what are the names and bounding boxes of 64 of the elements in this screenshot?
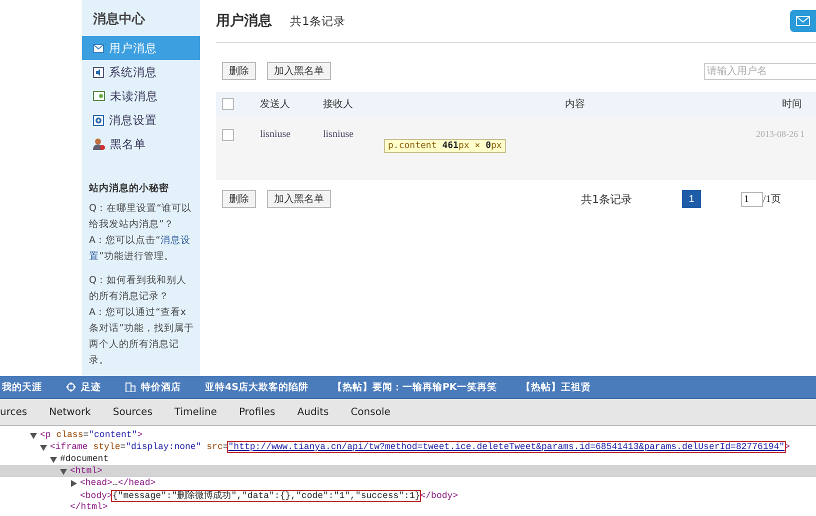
tip-question: Q：如何看到我和别人的所有消息记录？ [88, 274, 188, 304]
devtools-tab[interactable]: urces [0, 406, 28, 418]
disclosure-triangle-icon[interactable] [60, 468, 67, 474]
nav-link[interactable]: 亚特4S店大欺客的陷阱 [205, 380, 308, 394]
nav-link[interactable]: 【热帖】要闻：一输再输PK一笑再笑 [332, 380, 497, 394]
code-line: <html> [70, 466, 102, 476]
sender-link[interactable]: lisniuse [260, 129, 323, 140]
disclosure-triangle-icon[interactable] [30, 432, 37, 438]
devtools-tab[interactable]: Audits [297, 406, 329, 418]
code-line: </html> [70, 502, 108, 512]
tips-heading: 站内消息的小秘密 [89, 182, 170, 195]
column-header: 接收人 [323, 98, 354, 111]
devtools-tab[interactable]: Sources [112, 406, 152, 418]
tip-answer: A：您可以通过“查看x条对话”功能，找到属于两个人的所有消息记录。 [88, 306, 195, 368]
nav-link[interactable]: 足迹 [66, 380, 101, 394]
receiver-link[interactable]: lisniuse [323, 129, 393, 140]
action-button[interactable]: 删除 [222, 62, 256, 80]
building-icon [125, 382, 136, 392]
checkbox[interactable] [222, 129, 234, 141]
disclosure-triangle-icon[interactable] [50, 456, 57, 462]
sidebar-item[interactable]: 系统消息 [82, 60, 200, 84]
disclosure-triangle-icon[interactable] [40, 444, 47, 450]
speaker-icon [93, 66, 104, 78]
checkbox[interactable] [222, 98, 234, 110]
devtools-tab[interactable]: Console [350, 406, 390, 418]
nav-link[interactable]: 【热帖】王祖贤 [520, 380, 591, 394]
action-button[interactable]: 加入黑名单 [267, 190, 331, 208]
code-line: <head>…</head> [80, 478, 156, 488]
nav-link[interactable]: 特价酒店 [125, 380, 181, 394]
gear-icon [93, 114, 104, 126]
page-input[interactable]: 1 [741, 192, 763, 206]
sidebar-item[interactable]: 消息设置 [82, 108, 200, 132]
code-line: #document [60, 454, 109, 464]
nav-link[interactable]: 我的天涯 [2, 380, 42, 394]
record-count: 共1条记录 [290, 14, 346, 28]
tip-question: Q：在哪里设置“谁可以给我发站内消息”？ [88, 202, 192, 232]
envelope-icon [796, 16, 810, 26]
disclosure-triangle-icon[interactable] [70, 480, 77, 486]
devtools-tab[interactable]: Timeline [174, 406, 217, 418]
search-field[interactable]: 请输入用户名 [704, 62, 816, 80]
tip-answer: A：您可以点击“消息设置”功能进行管理。 [88, 234, 192, 264]
envelope-icon [93, 44, 104, 52]
code-line: <p class="content"> [40, 430, 143, 440]
sidebar-item[interactable]: 黑名单 [82, 132, 200, 156]
compose-button[interactable] [790, 10, 816, 32]
devtools-tab[interactable]: Network [49, 406, 91, 418]
page-button[interactable]: 1 [682, 190, 701, 208]
action-button[interactable]: 删除 [222, 190, 256, 208]
action-button[interactable]: 加入黑名单 [267, 62, 331, 80]
devtools-tab[interactable]: Profiles [238, 406, 276, 418]
envelope-icon [93, 91, 105, 101]
person-icon [93, 138, 105, 150]
column-header: 时间 [781, 98, 803, 111]
time-cell-text: 2013-08-26 1 [756, 129, 806, 139]
column-header: 发送人 [260, 98, 291, 111]
element-size-tooltip: p.content 461px × 0px [384, 139, 506, 153]
column-header: 内容 [564, 98, 586, 111]
sidebar-item[interactable]: 未读消息 [82, 84, 200, 108]
page-total: /1页 [763, 193, 781, 206]
page-title: 用户消息 [216, 12, 272, 30]
record-count: 共1条记录 [581, 192, 632, 206]
sidebar-title: 消息中心 [92, 10, 146, 29]
crosshair-icon [66, 382, 76, 392]
code-line: <body>{"message":"删除微博成功","data":{},"code":"1","success":1}</body> [80, 490, 458, 502]
